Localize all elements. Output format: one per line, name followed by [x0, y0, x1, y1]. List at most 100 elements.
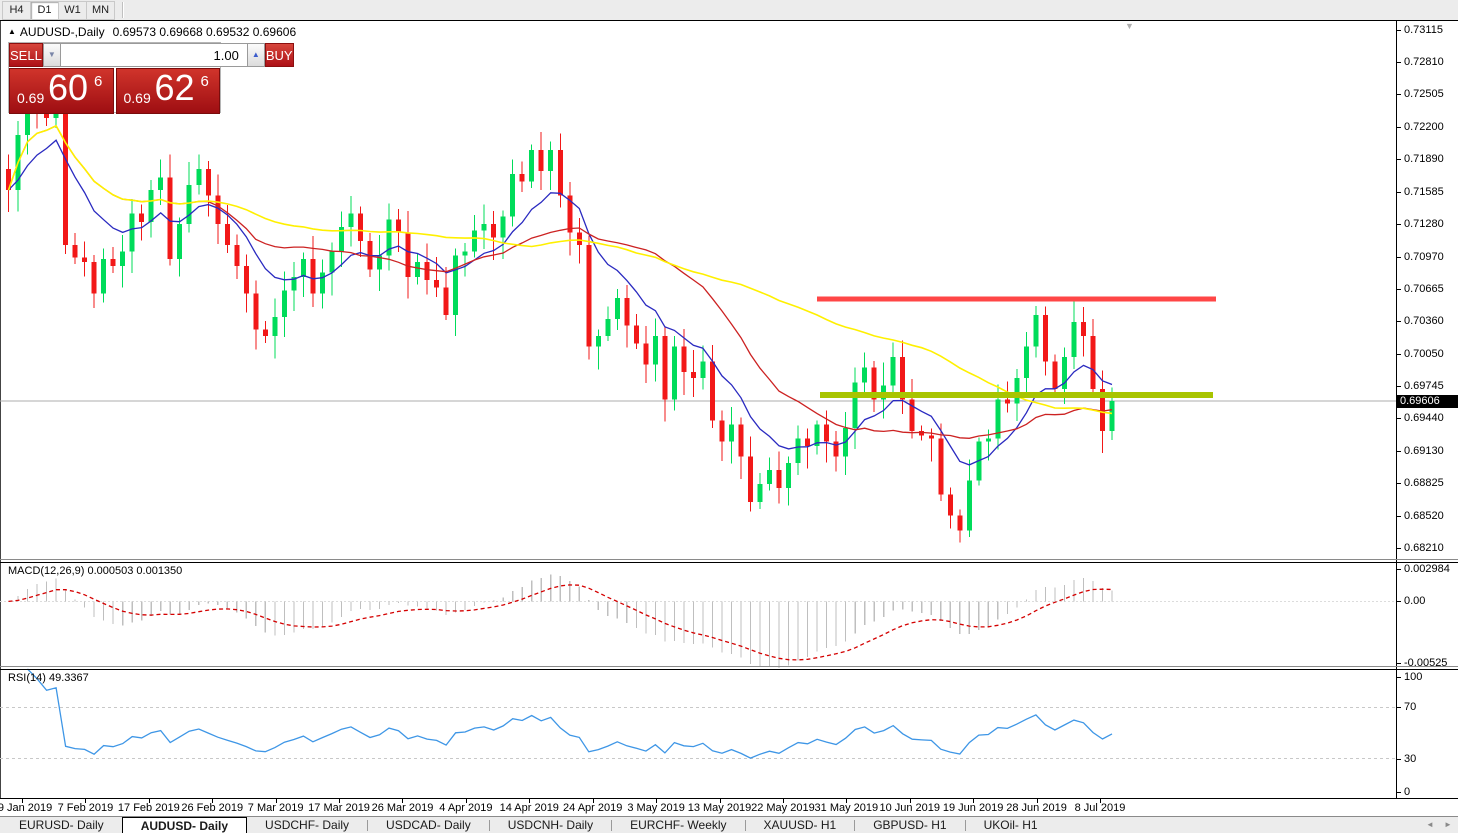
tab-gbpusd-h1[interactable]: GBPUSD- H1 [855, 817, 964, 833]
tab-usdcnh-daily[interactable]: USDCNH- Daily [490, 817, 611, 833]
axis-tick [1397, 792, 1401, 793]
axis-tick [1397, 126, 1401, 128]
date-tick [656, 799, 658, 803]
date-label: 14 Apr 2019 [499, 802, 559, 814]
chart-tabs: EURUSD- Daily AUDUSD- Daily USDCHF- Daily U… [1, 817, 1056, 833]
rsi-tick-label: 0 [1404, 786, 1411, 798]
macd-tick-label: -0.00525 [1404, 657, 1448, 669]
axis-tick [1397, 159, 1401, 161]
date-label: 8 Jul 2019 [1074, 802, 1126, 814]
tab-scroll-left-icon[interactable]: ◄ [1426, 820, 1434, 829]
price-tick-label: 0.72200 [1404, 120, 1444, 133]
price-tick-label: 0.72810 [1404, 56, 1444, 69]
volume-increase-button[interactable]: ▲ [246, 43, 265, 67]
axis-tick [1397, 451, 1401, 453]
date-tick [339, 799, 341, 803]
price-tick-label: 0.68520 [1404, 509, 1444, 522]
panel-splitter[interactable] [0, 562, 1458, 563]
date-tick [1036, 799, 1038, 803]
date-label: 10 Jun 2019 [879, 802, 941, 814]
date-tick [909, 799, 911, 803]
tab-xauusd-h1[interactable]: XAUUSD- H1 [746, 817, 855, 833]
axis-tick [1397, 223, 1401, 225]
sell-price-sup: 6 [94, 73, 103, 90]
sell-price-prefix: 0.69 [17, 90, 45, 106]
sell-price-big: 60 [48, 67, 89, 108]
tab-eurusd-daily[interactable]: EURUSD- Daily [1, 817, 122, 833]
date-label: 17 Mar 2019 [308, 802, 370, 814]
price-tick-label: 0.71585 [1404, 185, 1444, 198]
rsi-tick-label: 30 [1404, 752, 1417, 765]
panel-splitter[interactable] [0, 666, 1458, 667]
axis-tick [1397, 483, 1401, 485]
axis-tick [1397, 707, 1401, 709]
date-tick [782, 799, 784, 803]
panel-splitter[interactable] [0, 559, 1458, 560]
current-price-label: 0.69606 [1397, 394, 1458, 408]
chart-plot-area[interactable] [0, 0, 1458, 833]
rsi-tick-label: 100 [1404, 671, 1423, 683]
date-tick [719, 799, 721, 803]
panel-splitter[interactable] [0, 669, 1458, 670]
axis-tick [1397, 677, 1401, 678]
macd-tick-label: 0.00 [1404, 595, 1426, 608]
volume-decrease-button[interactable]: ▼ [42, 43, 61, 67]
price-tick-label: 0.70665 [1404, 282, 1444, 295]
date-label: 7 Mar 2019 [247, 802, 304, 814]
tab-ukoil-h1[interactable]: UKOil- H1 [966, 817, 1056, 833]
axis-tick [1397, 353, 1401, 355]
date-label: 13 May 2019 [687, 802, 752, 814]
macd-label: MACD(12,26,9) 0.000503 0.001350 [8, 565, 183, 577]
axis-tick [1397, 256, 1401, 258]
price-tick-label: 0.72505 [1404, 88, 1444, 101]
price-tick-label: 0.70360 [1404, 315, 1444, 328]
buy-button[interactable]: BUY [264, 43, 294, 67]
date-tick [592, 799, 594, 803]
date-label: 4 Apr 2019 [439, 802, 493, 814]
date-label: 17 Feb 2019 [117, 802, 180, 814]
volume-input[interactable] [60, 43, 247, 67]
tab-audusd-daily[interactable]: AUDUSD- Daily [121, 817, 248, 833]
date-tick [148, 799, 150, 803]
axis-tick [1397, 758, 1401, 760]
buy-price-box[interactable]: 0.69 62 6 [115, 67, 220, 114]
support-line [820, 392, 1213, 399]
time-axis-border [0, 798, 1458, 799]
tab-usdchf-daily[interactable]: USDCHF- Daily [247, 817, 367, 833]
axis-tick [1397, 62, 1401, 64]
chart-symbol-label: AUDUSD-,Daily [19, 25, 105, 39]
rsi-line [27, 668, 1113, 759]
tab-scroll-right-icon[interactable]: ► [1444, 820, 1452, 829]
chart-ohlc-values: 0.69573 0.69668 0.69532 0.69606 [112, 25, 297, 39]
one-click-trading-panel: SELL ▼ ▲ BUY 0.69 60 6 0.69 62 6 [8, 42, 294, 114]
date-label: 19 Jun 2019 [942, 802, 1004, 814]
date-tick [846, 799, 848, 803]
tab-eurchf-weekly[interactable]: EURCHF- Weekly [612, 817, 744, 833]
axis-tick [1397, 94, 1401, 96]
date-tick [529, 799, 531, 803]
axis-tick [1397, 386, 1401, 388]
axis-tick [1397, 515, 1401, 517]
axis-tick [1397, 321, 1401, 323]
chart-tab-bar: EURUSD- Daily AUDUSD- Daily USDCHF- Daily U… [0, 816, 1458, 833]
date-tick [22, 799, 23, 803]
price-tick-label: 0.68825 [1404, 477, 1444, 490]
tab-usdcad-daily[interactable]: USDCAD- Daily [368, 817, 489, 833]
axis-tick [1397, 663, 1401, 664]
date-tick [465, 799, 467, 803]
sell-button[interactable]: SELL [9, 43, 43, 67]
mt4-window: H4 D1 W1 MN ▼ ▲ AUDUSD-,Daily 0.69573 0.69668… [0, 0, 1458, 833]
chart-shift-triangle-icon: ▼ [1125, 21, 1134, 31]
date-tick [275, 799, 277, 803]
date-label: 3 May 2019 [627, 802, 685, 814]
axis-tick [1397, 288, 1401, 290]
date-label: 24 Apr 2019 [563, 802, 623, 814]
date-label: 26 Mar 2019 [371, 802, 434, 814]
price-tick-label: 0.73115 [1404, 23, 1443, 36]
sell-price-box[interactable]: 0.69 60 6 [9, 67, 114, 114]
date-label: 26 Feb 2019 [181, 802, 244, 814]
price-tick-label: 0.69745 [1404, 380, 1444, 393]
date-label: 28 Jun 2019 [1006, 802, 1067, 814]
volume-stepper: ▼ ▲ [42, 43, 265, 67]
date-label: 22 May 2019 [751, 802, 815, 814]
